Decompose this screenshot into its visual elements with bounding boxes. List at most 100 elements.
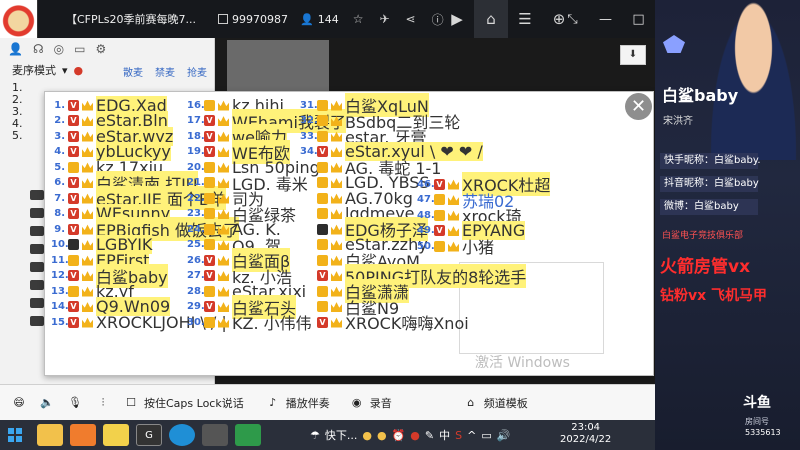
download-icon[interactable]: ☂: [310, 429, 320, 442]
chat-icon[interactable]: ▭: [74, 42, 85, 56]
crown-icon: [331, 240, 342, 250]
file-explorer-icon[interactable]: [37, 424, 63, 446]
windows-start-button[interactable]: [0, 420, 30, 450]
crown-icon: [82, 317, 93, 328]
queue-row[interactable]: 13. kz.yf: [51, 282, 134, 301]
level-badge-icon: [317, 161, 328, 173]
user-icon: 👤: [300, 12, 314, 26]
app-game-icon[interactable]: G: [136, 424, 162, 446]
level-badge-icon: [317, 192, 328, 204]
crown-icon: [82, 240, 93, 250]
level-badge-icon: [204, 177, 215, 188]
queue-row[interactable]: EDG杨子泽: [300, 217, 428, 241]
sogou-icon[interactable]: S: [455, 429, 462, 442]
queue-row-number: 28.: [187, 285, 205, 297]
queue-row[interactable]: 1. V EDG.Xad: [51, 95, 167, 115]
queue-row[interactable]: 27. Vkz. 小浩: [187, 268, 292, 287]
channel-avatar[interactable]: [0, 0, 38, 38]
system-tray: ☂ 快下... ● ● ⏰ ● ✎ 中 S ^ ▭ 🔊: [310, 420, 510, 450]
crown-icon: [448, 195, 459, 205]
ime-icon[interactable]: 中: [439, 427, 450, 443]
ban-mic-button[interactable]: 禁麦: [155, 64, 175, 79]
queue-row[interactable]: 14. V Q9.Wn09: [51, 297, 171, 316]
caps-talk-button[interactable]: ☐ 按住Caps Lock说话: [122, 394, 244, 412]
person-icon[interactable]: 👤: [8, 42, 23, 56]
close-popup-button[interactable]: ✕: [625, 93, 652, 120]
app-green-icon[interactable]: [235, 424, 261, 446]
queue-row[interactable]: 50. 小猪: [417, 238, 494, 257]
queue-row-number: 10.: [51, 239, 69, 250]
share-icon[interactable]: ⋖: [406, 12, 416, 26]
queue-row[interactable]: 3. VeStar.wyz: [51, 126, 174, 146]
chevron-up-icon[interactable]: ^: [467, 429, 476, 442]
grab-mic-button[interactable]: 抢麦: [187, 64, 207, 79]
mic-mode-label: 麦序模式: [12, 64, 56, 77]
crown-icon: [82, 271, 93, 281]
app-yellow-icon[interactable]: [103, 424, 129, 446]
app-window-icon[interactable]: [202, 424, 228, 446]
queue-username: XROCK嗨嗨Xnoi: [345, 314, 469, 333]
queue-row[interactable]: 48. xrock琦: [417, 207, 522, 226]
plane-icon[interactable]: ✈: [379, 12, 389, 26]
settings-icon[interactable]: ⚙: [95, 42, 106, 56]
headset-icon[interactable]: ☊: [33, 42, 44, 56]
location-icon[interactable]: ◎: [54, 42, 64, 56]
queue-row-number: 12.: [51, 270, 69, 281]
queue-row[interactable]: AG.70kg: [300, 189, 413, 208]
level-badge-icon: [434, 209, 445, 221]
quick-download-label[interactable]: 快下...: [325, 427, 358, 443]
speaker-button[interactable]: 🔈: [38, 394, 56, 412]
equalizer-button[interactable]: ⫶: [94, 394, 112, 412]
home-icon[interactable]: ⌂: [474, 0, 508, 38]
queue-row[interactable]: 30. KZ. 小伟伟: [187, 314, 312, 333]
emoji-button[interactable]: 😄: [10, 394, 28, 412]
scroll-down-button[interactable]: ⬇: [620, 45, 646, 65]
streamer-photo: [707, 0, 800, 160]
queue-row[interactable]: AG. 毒蛇 1-1: [300, 159, 441, 178]
edge-browser-icon[interactable]: [169, 424, 195, 446]
network-icon[interactable]: ▭: [481, 429, 491, 442]
queue-row[interactable]: 33. estar. 牙膏: [300, 128, 427, 147]
queue-row[interactable]: LGD. YBSS: [300, 173, 430, 192]
queue-row[interactable]: V 50PING打队友的8轮选手: [300, 263, 527, 288]
taskbar-clock[interactable]: 23:04 2022/4/22: [560, 422, 611, 446]
mic-button[interactable]: 🎙: [66, 394, 84, 412]
shrink-icon[interactable]: ⤡: [556, 12, 589, 27]
queue-row[interactable]: 10. LGBYIK: [51, 235, 153, 254]
queue-row[interactable]: 23. 白鲨绿茶: [187, 206, 296, 225]
mic-icon: ●: [73, 63, 84, 77]
volume-icon[interactable]: 🔊: [497, 429, 511, 442]
club-label: 白鲨电子竞技俱乐部: [662, 231, 744, 241]
tray-app2-icon[interactable]: ●: [377, 429, 387, 442]
level-badge-icon: [204, 239, 215, 250]
pen-icon[interactable]: ✎: [425, 429, 434, 442]
level-badge-icon: [317, 99, 328, 111]
queue-row-number: 4.: [54, 146, 65, 157]
scatter-mic-button[interactable]: 散麦: [123, 64, 143, 79]
accompany-button[interactable]: ♪ 播放伴奏: [264, 394, 330, 412]
app-orange-icon[interactable]: [70, 424, 96, 446]
record-button[interactable]: ◉ 录音: [348, 394, 392, 412]
crown-icon: [331, 255, 342, 266]
tray-clock-icon[interactable]: ⏰: [392, 429, 406, 442]
crown-icon: [82, 116, 93, 126]
queue-row-number: 48.: [417, 209, 435, 221]
queue-row-number: 29.: [187, 301, 205, 312]
star-icon[interactable]: ☆: [353, 12, 364, 26]
queue-row[interactable]: 2. VeStar.Bln: [51, 111, 168, 130]
tray-app3-icon[interactable]: ●: [410, 429, 420, 442]
queue-row[interactable]: 4. VybLuckyy: [51, 142, 171, 161]
queue-row[interactable]: V XROCK嗨嗨Xnoi: [300, 314, 469, 333]
video-icon[interactable]: ▶: [440, 0, 474, 38]
queue-row[interactable]: 12. V 白鲨baby: [51, 263, 168, 288]
record-icon: ◉: [351, 395, 362, 409]
tray-app-icon[interactable]: ●: [362, 429, 372, 442]
maximize-icon[interactable]: □: [622, 12, 655, 27]
queue-row[interactable]: 19. V WE布欧: [187, 139, 290, 164]
level-badge-icon: [434, 240, 445, 252]
level-badge-icon: [317, 301, 328, 312]
channel-template-button[interactable]: ⌂ 频道模板: [462, 394, 528, 412]
minimize-icon[interactable]: —: [589, 12, 622, 27]
list-icon[interactable]: ☰: [508, 0, 542, 38]
level-badge-icon: [317, 239, 328, 250]
